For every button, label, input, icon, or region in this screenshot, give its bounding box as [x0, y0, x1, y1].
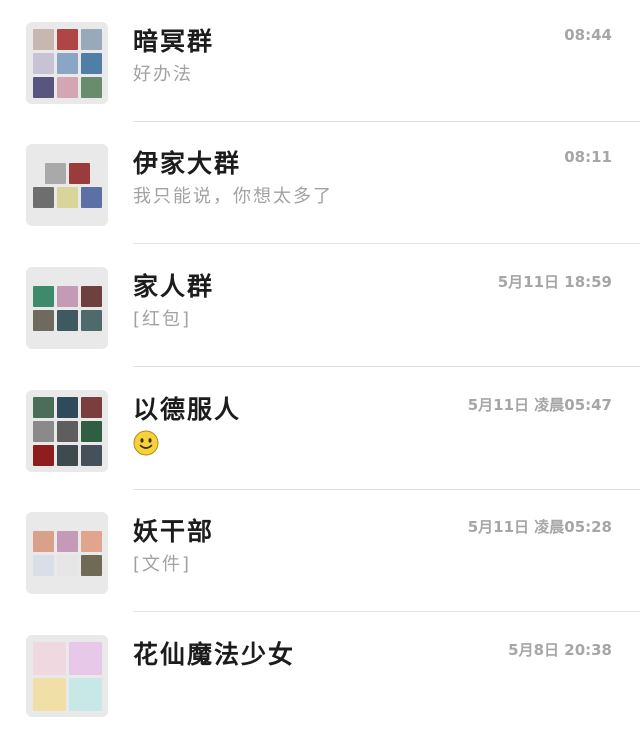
chat-name: 以德服人 — [133, 395, 242, 424]
avatar-tile — [32, 677, 66, 711]
smiley-emoji-icon — [133, 430, 159, 456]
last-message-time: 5月11日 18:59 — [497, 273, 612, 291]
chat-row-family[interactable]: 家人群 [红包] 5月11日 18:59 — [0, 245, 640, 367]
avatar-tile — [56, 530, 78, 552]
avatar-tile — [80, 530, 102, 552]
avatar-tile — [56, 76, 78, 98]
group-avatar — [26, 512, 108, 594]
chat-row-huaxian[interactable]: 花仙魔法少女 5月8日 20:38 — [0, 613, 640, 735]
avatar-tile — [80, 76, 102, 98]
avatar-tile — [68, 641, 102, 675]
avatar-tile — [80, 309, 102, 331]
chat-row-yijia[interactable]: 伊家大群 我只能说，你想太多了 08:11 — [0, 122, 640, 244]
avatar-tile — [56, 420, 78, 442]
divider — [133, 366, 640, 367]
avatar-tile — [32, 641, 66, 675]
avatar-tile — [56, 285, 78, 307]
last-message-time: 08:44 — [564, 26, 612, 44]
chat-row-yide[interactable]: 以德服人 5月11日 凌晨05:47 — [0, 368, 640, 490]
avatar-tile — [56, 28, 78, 50]
avatar-tile — [56, 554, 78, 576]
chat-name: 伊家大群 — [133, 149, 242, 178]
avatar-tile — [56, 52, 78, 74]
avatar-tile — [32, 76, 54, 98]
group-avatar — [26, 267, 108, 349]
avatar-tile — [56, 309, 78, 331]
divider — [133, 243, 640, 244]
avatar-tile — [32, 285, 54, 307]
last-message-time: 5月8日 20:38 — [508, 641, 612, 659]
chat-row-anming[interactable]: 暗冥群 好办法 08:44 — [0, 0, 640, 122]
chat-name: 暗冥群 — [133, 27, 215, 56]
last-message-time: 08:11 — [564, 148, 612, 166]
avatar-tile — [80, 396, 102, 418]
last-message-time: 5月11日 凌晨05:47 — [467, 396, 612, 414]
avatar-tile — [32, 186, 54, 208]
avatar-tile — [32, 420, 54, 442]
avatar-tile — [32, 28, 54, 50]
avatar-tile — [32, 396, 54, 418]
avatar-tile — [80, 420, 102, 442]
avatar-tile — [80, 52, 102, 74]
avatar-tile — [32, 52, 54, 74]
avatar-tile — [32, 309, 54, 331]
last-message-time: 5月11日 凌晨05:28 — [467, 518, 612, 536]
avatar-tile — [68, 677, 102, 711]
avatar-tile — [68, 162, 90, 184]
avatar-tile — [80, 444, 102, 466]
avatar-tile — [32, 530, 54, 552]
group-avatar — [26, 144, 108, 226]
group-avatar — [26, 22, 108, 104]
divider — [133, 611, 640, 612]
last-message-preview: 好办法 — [133, 64, 193, 85]
chat-name: 妖干部 — [133, 517, 215, 546]
avatar-tile — [80, 285, 102, 307]
last-message-preview: [文件] — [133, 554, 192, 575]
avatar-tile — [80, 554, 102, 576]
chat-list: 暗冥群 好办法 08:44 伊家大群 我只能说，你想太多了 08:11 家人群 … — [0, 0, 640, 735]
avatar-tile — [80, 186, 102, 208]
avatar-tile — [80, 28, 102, 50]
group-avatar — [26, 390, 108, 472]
last-message-preview: [红包] — [133, 309, 192, 330]
chat-name: 花仙魔法少女 — [133, 640, 296, 669]
avatar-tile — [32, 554, 54, 576]
last-message-preview: 我只能说，你想太多了 — [133, 186, 333, 207]
avatar-tile — [32, 444, 54, 466]
chat-name: 家人群 — [133, 272, 215, 301]
avatar-tile — [56, 186, 78, 208]
group-avatar — [26, 635, 108, 717]
chat-row-yaoganbu[interactable]: 妖干部 [文件] 5月11日 凌晨05:28 — [0, 490, 640, 612]
avatar-tile — [44, 162, 66, 184]
avatar-tile — [56, 444, 78, 466]
avatar-tile — [56, 396, 78, 418]
